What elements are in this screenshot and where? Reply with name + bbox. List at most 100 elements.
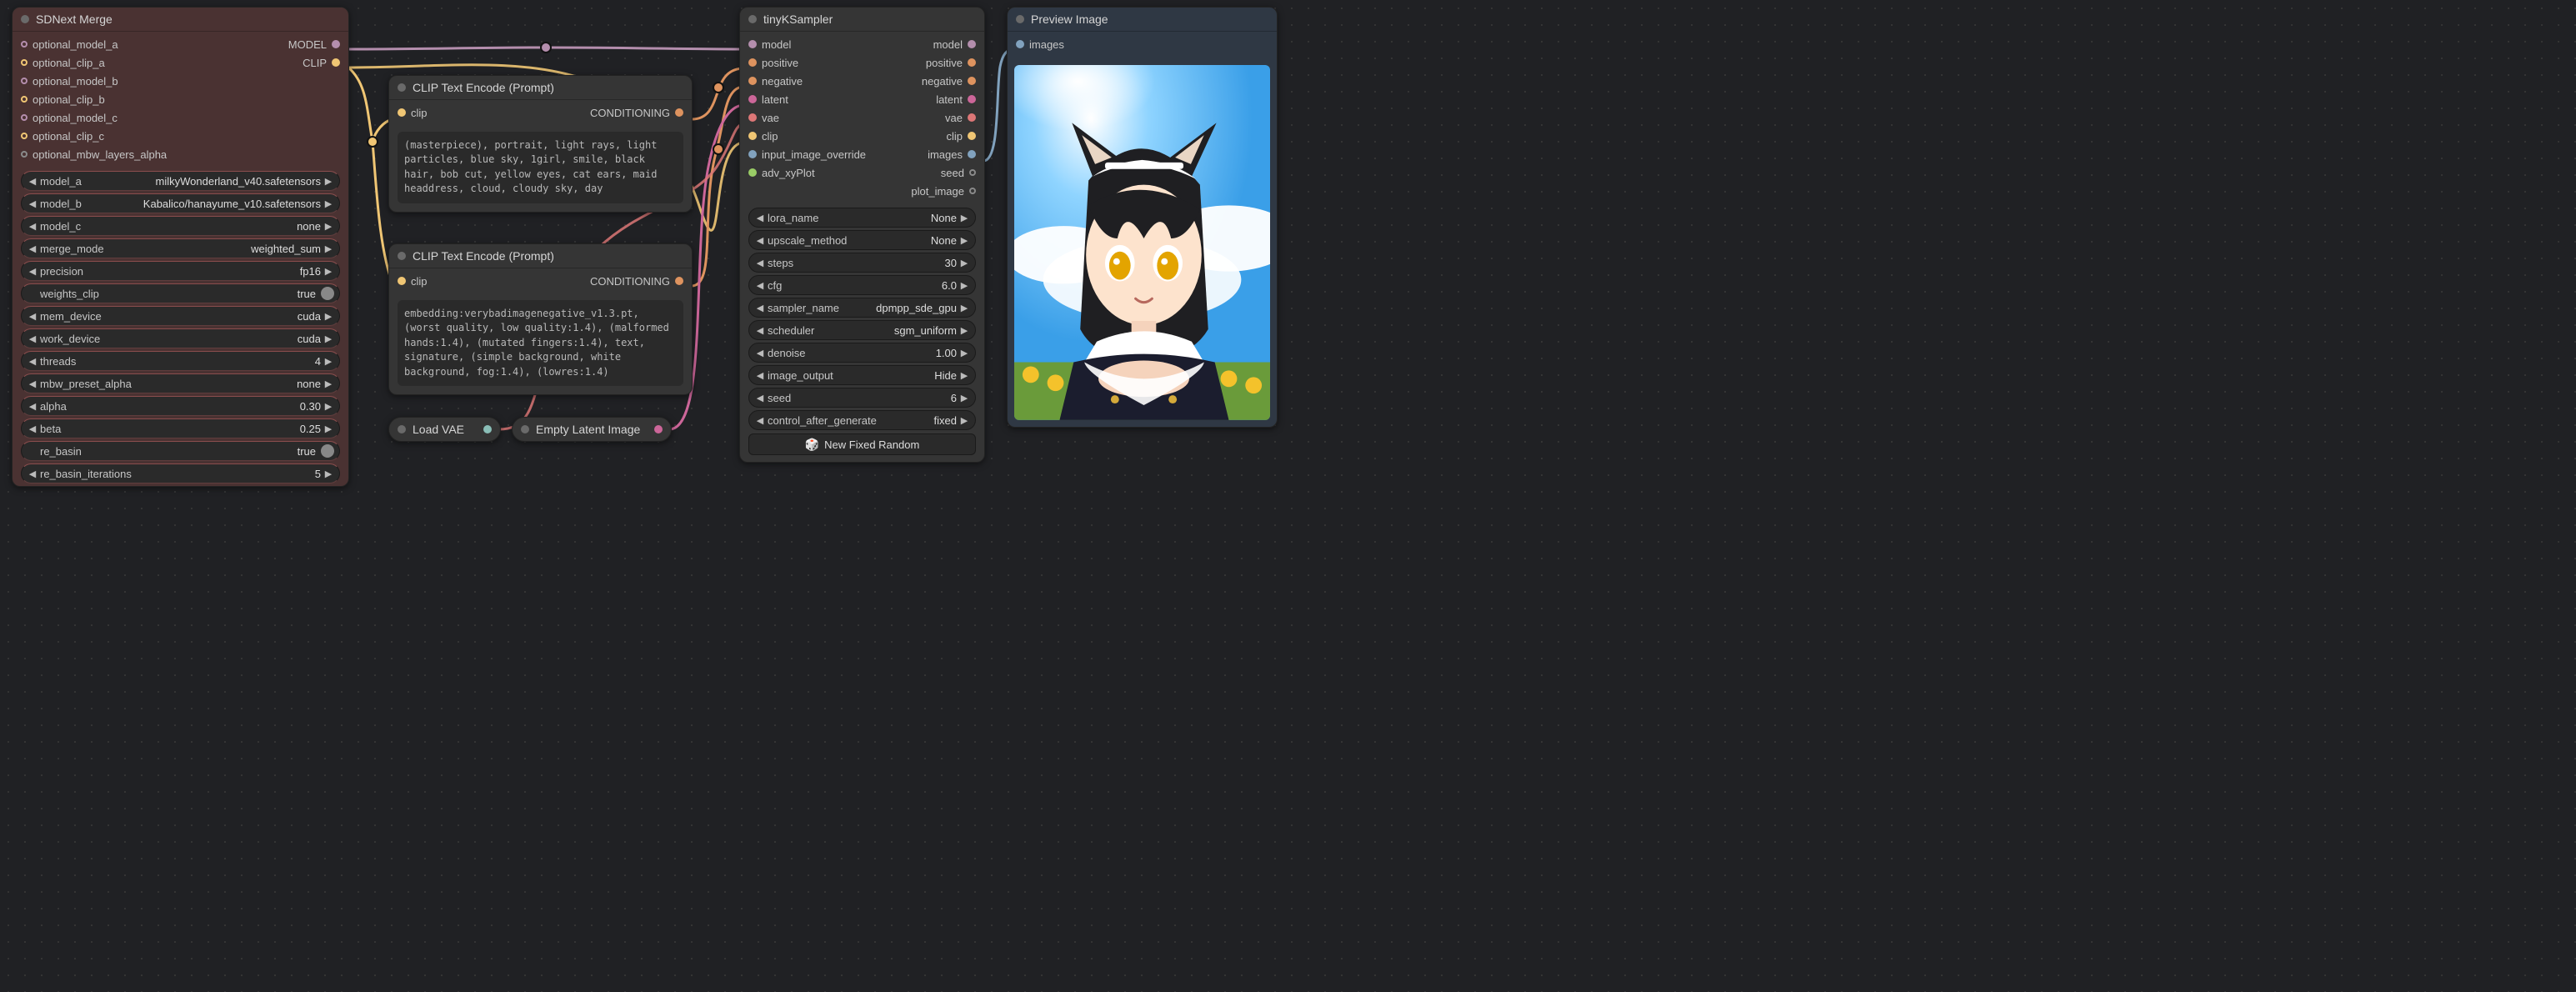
- arrow-left-icon[interactable]: ◀: [754, 325, 766, 336]
- widget-steps[interactable]: ◀steps30▶: [748, 253, 976, 273]
- node-sdnext-merge[interactable]: SDNext Merge optional_model_a MODEL opti…: [12, 7, 349, 487]
- collapse-dot-icon[interactable]: [748, 15, 757, 23]
- arrow-left-icon[interactable]: ◀: [754, 348, 766, 358]
- port-input[interactable]: [748, 132, 757, 140]
- arrow-left-icon[interactable]: ◀: [754, 213, 766, 223]
- arrow-left-icon[interactable]: ◀: [754, 393, 766, 403]
- port-output[interactable]: [968, 95, 976, 103]
- widget-merge_mode[interactable]: ◀merge_modeweighted_sum▶: [21, 238, 340, 258]
- widget-model_b[interactable]: ◀model_bKabalico/hanayume_v10.safetensor…: [21, 193, 340, 213]
- port-input[interactable]: [748, 77, 757, 85]
- port-input[interactable]: [21, 41, 28, 48]
- arrow-left-icon[interactable]: ◀: [27, 401, 38, 412]
- port-output-conditioning[interactable]: [675, 108, 683, 117]
- arrow-right-icon[interactable]: ▶: [958, 280, 970, 291]
- port-input[interactable]: [748, 95, 757, 103]
- arrow-left-icon[interactable]: ◀: [27, 333, 38, 344]
- node-empty-latent[interactable]: Empty Latent Image: [512, 417, 672, 442]
- widget-lora_name[interactable]: ◀lora_nameNone▶: [748, 208, 976, 228]
- port-output[interactable]: [968, 150, 976, 158]
- port-input[interactable]: [748, 113, 757, 122]
- port-output-vae[interactable]: [483, 425, 492, 433]
- reroute-cond[interactable]: [713, 82, 724, 93]
- arrow-right-icon[interactable]: ▶: [323, 468, 334, 479]
- arrow-right-icon[interactable]: ▶: [958, 303, 970, 313]
- arrow-right-icon[interactable]: ▶: [323, 378, 334, 389]
- arrow-right-icon[interactable]: ▶: [323, 176, 334, 187]
- arrow-left-icon[interactable]: ◀: [27, 243, 38, 254]
- port-input[interactable]: [748, 58, 757, 67]
- arrow-left-icon[interactable]: ◀: [754, 415, 766, 426]
- arrow-left-icon[interactable]: ◀: [27, 356, 38, 367]
- widget-control_after_generate[interactable]: ◀control_after_generatefixed▶: [748, 410, 976, 430]
- port-output[interactable]: [968, 58, 976, 67]
- port-input[interactable]: [748, 40, 757, 48]
- port-output[interactable]: [332, 40, 340, 48]
- port-input-images[interactable]: [1016, 40, 1024, 48]
- port-input[interactable]: [748, 150, 757, 158]
- arrow-left-icon[interactable]: ◀: [27, 468, 38, 479]
- widget-cfg[interactable]: ◀cfg6.0▶: [748, 275, 976, 295]
- widget-precision[interactable]: ◀precisionfp16▶: [21, 261, 340, 281]
- port-output[interactable]: [969, 169, 976, 176]
- widget-weights_clip[interactable]: weights_cliptrue: [21, 283, 340, 303]
- arrow-right-icon[interactable]: ▶: [323, 423, 334, 434]
- arrow-left-icon[interactable]: ◀: [754, 258, 766, 268]
- collapse-dot-icon[interactable]: [398, 83, 406, 92]
- arrow-right-icon[interactable]: ▶: [323, 266, 334, 277]
- toggle-knob-icon[interactable]: [321, 287, 334, 300]
- widget-scheduler[interactable]: ◀schedulersgm_uniform▶: [748, 320, 976, 340]
- widget-seed[interactable]: ◀seed6▶: [748, 388, 976, 408]
- arrow-left-icon[interactable]: ◀: [27, 378, 38, 389]
- preview-image[interactable]: [1014, 65, 1270, 420]
- arrow-right-icon[interactable]: ▶: [958, 393, 970, 403]
- arrow-right-icon[interactable]: ▶: [958, 325, 970, 336]
- arrow-right-icon[interactable]: ▶: [323, 198, 334, 209]
- arrow-right-icon[interactable]: ▶: [958, 348, 970, 358]
- widget-threads[interactable]: ◀threads4▶: [21, 351, 340, 371]
- widget-work_device[interactable]: ◀work_devicecuda▶: [21, 328, 340, 348]
- arrow-right-icon[interactable]: ▶: [323, 333, 334, 344]
- arrow-left-icon[interactable]: ◀: [27, 221, 38, 232]
- node-header[interactable]: tinyKSampler: [740, 8, 984, 32]
- arrow-right-icon[interactable]: ▶: [958, 415, 970, 426]
- port-input[interactable]: [21, 114, 28, 121]
- arrow-right-icon[interactable]: ▶: [323, 221, 334, 232]
- port-output[interactable]: [332, 58, 340, 67]
- port-input[interactable]: [21, 133, 28, 139]
- port-output[interactable]: [968, 40, 976, 48]
- port-input[interactable]: [21, 59, 28, 66]
- arrow-left-icon[interactable]: ◀: [754, 280, 766, 291]
- reroute-model[interactable]: [540, 42, 552, 53]
- arrow-right-icon[interactable]: ▶: [958, 258, 970, 268]
- port-output[interactable]: [968, 113, 976, 122]
- node-clip-encode-negative[interactable]: CLIP Text Encode (Prompt) clip CONDITION…: [388, 243, 693, 395]
- port-input[interactable]: [21, 96, 28, 103]
- node-header[interactable]: Preview Image: [1008, 8, 1277, 32]
- widget-mbw_preset_alpha[interactable]: ◀mbw_preset_alphanone▶: [21, 373, 340, 393]
- collapse-dot-icon[interactable]: [398, 252, 406, 260]
- node-tinyksampler[interactable]: tinyKSampler modelmodelpositivepositiven…: [739, 7, 985, 463]
- widget-re_basin[interactable]: re_basintrue: [21, 441, 340, 461]
- arrow-left-icon[interactable]: ◀: [27, 423, 38, 434]
- widget-mem_device[interactable]: ◀mem_devicecuda▶: [21, 306, 340, 326]
- widget-alpha[interactable]: ◀alpha0.30▶: [21, 396, 340, 416]
- arrow-right-icon[interactable]: ▶: [323, 243, 334, 254]
- reroute-clip[interactable]: [367, 136, 378, 148]
- arrow-left-icon[interactable]: ◀: [27, 176, 38, 187]
- port-input[interactable]: [21, 78, 28, 84]
- widget-re_basin_iterations[interactable]: ◀re_basin_iterations5▶: [21, 463, 340, 483]
- port-input-clip[interactable]: [398, 108, 406, 117]
- arrow-left-icon[interactable]: ◀: [27, 266, 38, 277]
- port-input[interactable]: [748, 168, 757, 177]
- new-fixed-random-button[interactable]: 🎲 New Fixed Random: [748, 433, 976, 455]
- collapse-dot-icon[interactable]: [1016, 15, 1024, 23]
- node-header[interactable]: SDNext Merge: [13, 8, 348, 32]
- arrow-right-icon[interactable]: ▶: [323, 401, 334, 412]
- node-header[interactable]: CLIP Text Encode (Prompt): [389, 244, 692, 268]
- arrow-right-icon[interactable]: ▶: [958, 213, 970, 223]
- node-header[interactable]: CLIP Text Encode (Prompt): [389, 76, 692, 100]
- toggle-knob-icon[interactable]: [321, 444, 334, 458]
- widget-image_output[interactable]: ◀image_outputHide▶: [748, 365, 976, 385]
- port-output-conditioning[interactable]: [675, 277, 683, 285]
